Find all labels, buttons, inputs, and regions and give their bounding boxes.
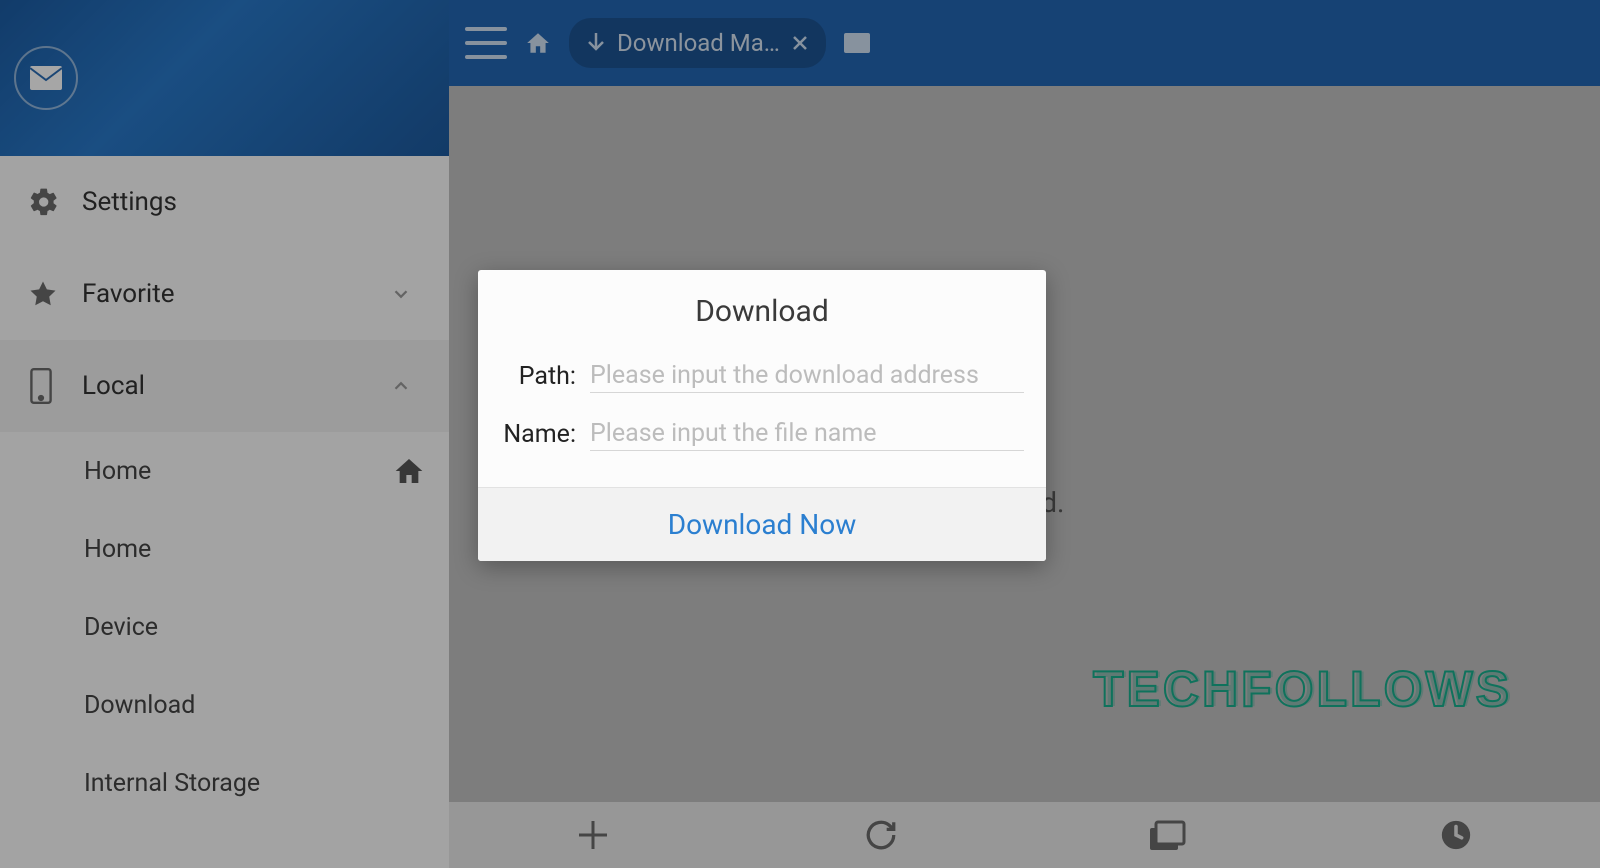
path-label: Path:	[500, 362, 576, 391]
path-input[interactable]	[590, 359, 1024, 393]
name-input[interactable]	[590, 417, 1024, 451]
download-now-button[interactable]: Download Now	[478, 487, 1046, 561]
name-label: Name:	[500, 420, 576, 449]
download-modal: Download Path: Name: Download Now	[478, 270, 1046, 561]
modal-title: Download	[478, 270, 1046, 347]
